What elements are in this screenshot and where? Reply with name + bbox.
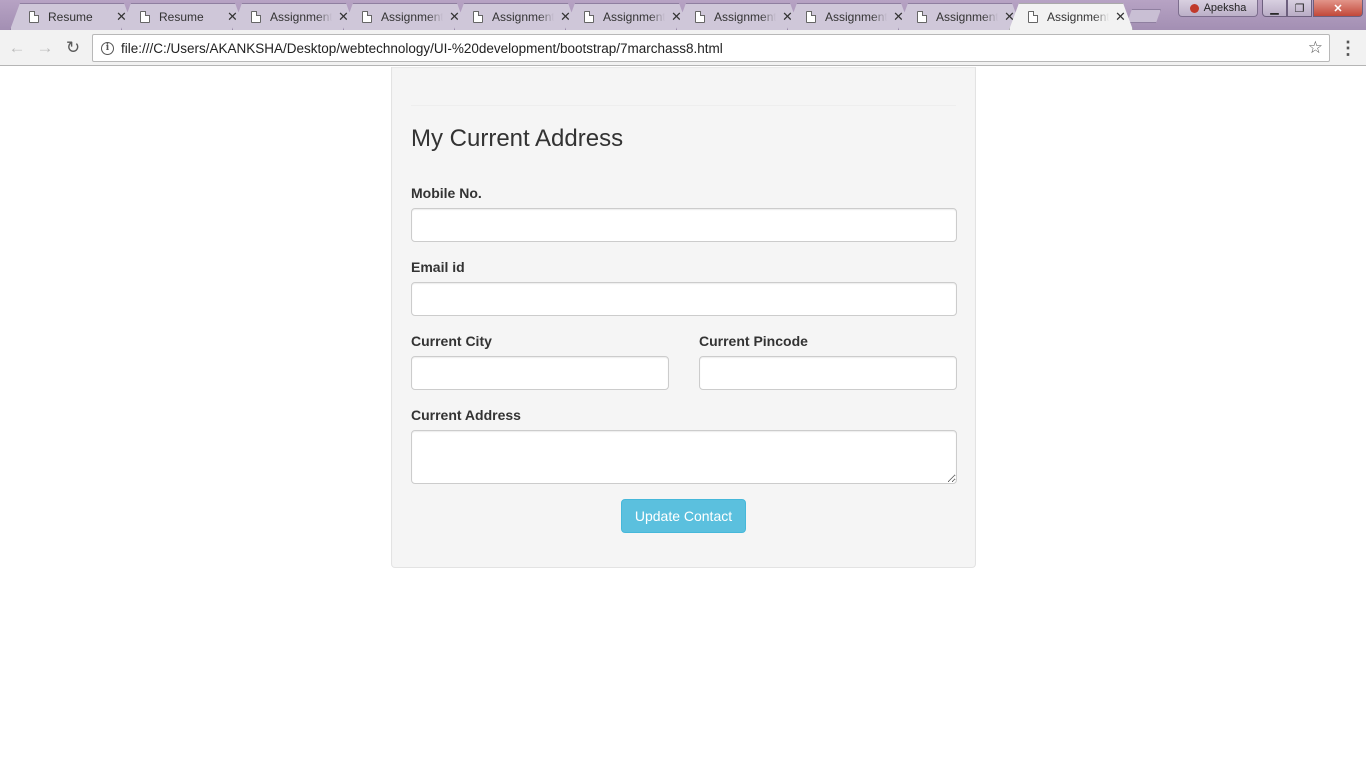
profile-button[interactable]: Apeksha (1178, 0, 1258, 17)
email-input[interactable] (411, 282, 957, 316)
browser-menu-button[interactable]: ⋮ (1339, 36, 1357, 60)
tab-title: Resume (159, 10, 204, 24)
browser-toolbar: ← → ↻ i file:///C:/Users/AKANKSHA/Deskto… (0, 30, 1366, 66)
divider (411, 105, 956, 106)
tab-title: Resume (48, 10, 93, 24)
maximize-button[interactable]: ❐ (1287, 0, 1312, 17)
browser-tab[interactable]: Assignment ✕ (787, 3, 911, 30)
page-icon (362, 11, 372, 23)
mobile-label: Mobile No. (411, 185, 482, 201)
browser-tab-strip: Resume ✕ Resume ✕ Assignment ✕ Assignment ✕ Assi… (0, 0, 1366, 30)
address-label: Current Address (411, 407, 521, 423)
page-icon (1028, 11, 1038, 23)
minimize-button[interactable]: ▁ (1262, 0, 1287, 17)
email-label: Email id (411, 259, 465, 275)
tab-title: Assignment (270, 10, 332, 24)
address-textarea[interactable] (411, 430, 957, 484)
info-icon[interactable]: i (101, 41, 114, 55)
city-input[interactable] (411, 356, 669, 390)
page-icon (584, 11, 594, 23)
close-window-button[interactable]: ✕ (1313, 0, 1363, 17)
pincode-label: Current Pincode (699, 333, 808, 349)
browser-tab[interactable]: Assignment ✕ (565, 3, 689, 30)
address-form-panel: My Current Address Mobile No. Email id C… (391, 67, 976, 568)
browser-tab[interactable]: Assignment ✕ (1009, 3, 1133, 30)
tab-title: Assignment (492, 10, 554, 24)
bookmark-star-icon[interactable]: ☆ (1308, 38, 1323, 58)
browser-tab[interactable]: Resume ✕ (10, 3, 134, 30)
page-icon (473, 11, 483, 23)
page-icon (917, 11, 927, 23)
menu-dots-icon: ⋮ (1339, 37, 1357, 58)
browser-tab[interactable]: Assignment ✕ (676, 3, 800, 30)
new-tab-button[interactable] (1127, 9, 1161, 23)
page-icon (251, 11, 261, 23)
tab-close-icon[interactable]: ✕ (1115, 9, 1126, 25)
forward-arrow-icon: → (36, 38, 54, 57)
forward-button[interactable]: → (33, 36, 57, 60)
tab-title: Assignment (1047, 10, 1109, 24)
address-bar[interactable]: i file:///C:/Users/AKANKSHA/Desktop/webt… (92, 34, 1330, 62)
page-icon (29, 11, 39, 23)
browser-tab[interactable]: Assignment ✕ (898, 3, 1022, 30)
url-text[interactable]: file:///C:/Users/AKANKSHA/Desktop/webtec… (121, 41, 723, 56)
page-icon (806, 11, 816, 23)
close-icon: ✕ (1333, 2, 1343, 15)
tab-title: Assignment (936, 10, 998, 24)
update-contact-button[interactable]: Update Contact (621, 499, 746, 533)
browser-tab[interactable]: Assignment ✕ (232, 3, 356, 30)
minimize-icon: ▁ (1270, 2, 1279, 15)
reload-icon: ↻ (65, 38, 81, 57)
mobile-input[interactable] (411, 208, 957, 242)
browser-tab[interactable]: Assignment ✕ (343, 3, 467, 30)
browser-tab[interactable]: Assignment ✕ (454, 3, 578, 30)
reload-button[interactable]: ↻ (61, 36, 85, 60)
maximize-icon: ❐ (1294, 2, 1305, 15)
page-icon (695, 11, 705, 23)
tab-title: Assignment (603, 10, 665, 24)
page-icon (140, 11, 150, 23)
back-arrow-icon: ← (8, 38, 26, 57)
page-content: My Current Address Mobile No. Email id C… (0, 67, 1366, 768)
pincode-input[interactable] (699, 356, 957, 390)
form-title: My Current Address (411, 125, 624, 152)
tab-title: Assignment (825, 10, 887, 24)
back-button[interactable]: ← (5, 36, 29, 60)
tab-title: Assignment (381, 10, 443, 24)
profile-icon (1189, 3, 1199, 13)
city-label: Current City (411, 333, 492, 349)
browser-tab[interactable]: Resume ✕ (121, 3, 245, 30)
profile-name: Apeksha (1203, 2, 1247, 14)
tab-title: Assignment (714, 10, 776, 24)
